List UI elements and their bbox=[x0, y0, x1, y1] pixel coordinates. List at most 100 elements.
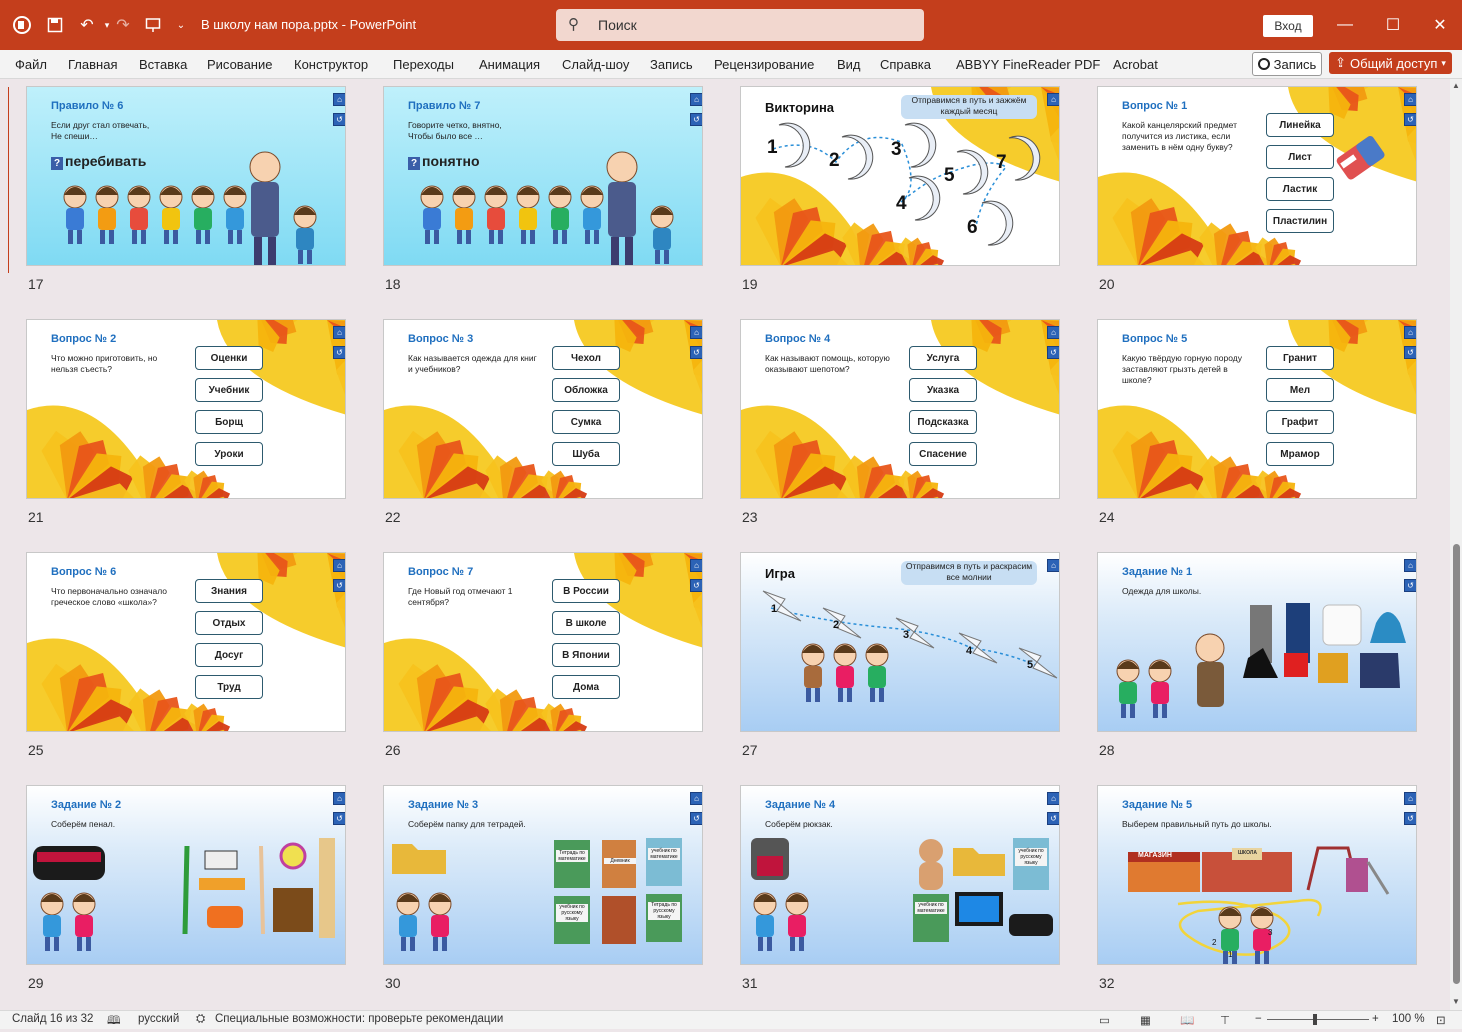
return-nav-icon[interactable]: ↺ bbox=[1047, 346, 1059, 359]
route-number[interactable]: 1 bbox=[1228, 950, 1232, 959]
answer-button[interactable]: Дома bbox=[552, 675, 620, 699]
tab-review[interactable]: Рецензирование bbox=[714, 57, 814, 72]
lightning-number[interactable]: 3 bbox=[903, 629, 909, 641]
slide-thumbnail-24[interactable]: Вопрос № 5 Какую твёрдую горную породу за… bbox=[1097, 319, 1417, 499]
route-number[interactable]: 2 bbox=[1212, 938, 1216, 947]
route-number[interactable]: 3 bbox=[1268, 928, 1272, 937]
presentation-icon[interactable] bbox=[140, 12, 166, 38]
answer-button[interactable]: Оценки bbox=[195, 346, 263, 370]
return-nav-icon[interactable]: ↺ bbox=[333, 579, 345, 592]
slide-thumbnail-19[interactable]: Отправимся в путь и зажжём каждый месяц 1… bbox=[740, 86, 1060, 266]
share-button[interactable]: ⇪ Общий доступ ▾ bbox=[1329, 52, 1452, 74]
scroll-down-icon[interactable]: ▼ bbox=[1452, 997, 1460, 1006]
scroll-thumb[interactable] bbox=[1453, 544, 1460, 984]
return-nav-icon[interactable]: ↺ bbox=[1404, 113, 1416, 126]
answer-button[interactable]: Спасение bbox=[909, 442, 977, 466]
home-nav-icon[interactable]: ⌂ bbox=[333, 792, 345, 805]
slide-thumbnail-25[interactable]: Вопрос № 6 Что первоначально означало гре… bbox=[26, 552, 346, 732]
return-nav-icon[interactable]: ↺ bbox=[333, 346, 345, 359]
return-nav-icon[interactable]: ↺ bbox=[333, 812, 345, 825]
tab-animations[interactable]: Анимация bbox=[479, 57, 540, 72]
return-nav-icon[interactable]: ↺ bbox=[690, 579, 702, 592]
close-icon[interactable]: ✕ bbox=[1425, 12, 1455, 38]
answer-button[interactable]: Мел bbox=[1266, 378, 1334, 402]
slide-thumbnail-30[interactable]: Тетрадь по математике Дневник учебник по м… bbox=[383, 785, 703, 965]
tab-help[interactable]: Справка bbox=[880, 57, 931, 72]
normal-view-icon[interactable]: ▭ bbox=[1099, 1013, 1110, 1027]
answer-button[interactable]: Обложка bbox=[552, 378, 620, 402]
tab-record[interactable]: Запись bbox=[650, 57, 693, 72]
tab-draw[interactable]: Рисование bbox=[207, 57, 272, 72]
minimize-icon[interactable]: — bbox=[1330, 12, 1360, 38]
moon-number[interactable]: 1 bbox=[767, 137, 778, 159]
zoom-level[interactable]: 100 % bbox=[1392, 1013, 1425, 1025]
answer-button[interactable]: Сумка bbox=[552, 410, 620, 434]
slide-thumbnail-22[interactable]: Вопрос № 3 Как называется одежда для книг… bbox=[383, 319, 703, 499]
slide-thumbnail-20[interactable]: Вопрос № 1 Какой канцелярский предмет пол… bbox=[1097, 86, 1417, 266]
tab-file[interactable]: Файл bbox=[15, 57, 47, 72]
record-button[interactable]: Запись bbox=[1252, 52, 1322, 76]
home-nav-icon[interactable]: ⌂ bbox=[1404, 792, 1416, 805]
home-nav-icon[interactable]: ⌂ bbox=[1047, 792, 1059, 805]
notes-book-icon[interactable]: 🕮 bbox=[107, 1013, 121, 1032]
tab-abbyy[interactable]: ABBYY FineReader PDF bbox=[956, 57, 1100, 72]
tab-view[interactable]: Вид bbox=[837, 57, 861, 72]
moon-number[interactable]: 3 bbox=[891, 139, 902, 161]
tab-insert[interactable]: Вставка bbox=[139, 57, 187, 72]
slide-thumbnail-21[interactable]: Вопрос № 2 Что можно приготовить, но нель… bbox=[26, 319, 346, 499]
answer-button[interactable]: Ластик bbox=[1266, 177, 1334, 201]
return-nav-icon[interactable]: ↺ bbox=[690, 346, 702, 359]
answer-button[interactable]: В школе bbox=[552, 611, 620, 635]
home-nav-icon[interactable]: ⌂ bbox=[333, 326, 345, 339]
answer-button[interactable]: Борщ bbox=[195, 410, 263, 434]
answer-button[interactable]: Линейка bbox=[1266, 113, 1334, 137]
home-nav-icon[interactable]: ⌂ bbox=[690, 792, 702, 805]
answer-button[interactable]: Досуг bbox=[195, 643, 263, 667]
answer-button[interactable]: Указка bbox=[909, 378, 977, 402]
accessibility-status[interactable]: Специальные возможности: проверьте реком… bbox=[215, 1013, 503, 1025]
return-nav-icon[interactable]: ↺ bbox=[690, 113, 702, 126]
moon-number[interactable]: 2 bbox=[829, 150, 840, 172]
answer-button[interactable]: Чехол bbox=[552, 346, 620, 370]
moon-number[interactable]: 5 bbox=[944, 165, 955, 187]
moon-number[interactable]: 4 bbox=[896, 193, 907, 215]
slide-thumbnail-23[interactable]: Вопрос № 4 Как называют помощь, которую о… bbox=[740, 319, 1060, 499]
answer-button[interactable]: Графит bbox=[1266, 410, 1334, 434]
zoom-out-icon[interactable]: − bbox=[1255, 1013, 1262, 1025]
lightning-number[interactable]: 2 bbox=[833, 619, 839, 631]
tab-acrobat[interactable]: Acrobat bbox=[1113, 57, 1158, 72]
answer-button[interactable]: Подсказка bbox=[909, 410, 977, 434]
zoom-slider[interactable] bbox=[1267, 1019, 1369, 1020]
tab-home[interactable]: Главная bbox=[68, 57, 117, 72]
tab-transitions[interactable]: Переходы bbox=[393, 57, 454, 72]
slide-thumbnail-17[interactable]: Правило № 6 Если друг стал отвечать, Не с… bbox=[26, 86, 346, 266]
return-nav-icon[interactable]: ↺ bbox=[1404, 812, 1416, 825]
search-box[interactable]: ⚲ Поиск bbox=[556, 9, 924, 41]
answer-button[interactable]: Мрамор bbox=[1266, 442, 1334, 466]
slide-thumbnail-28[interactable]: Задание № 1 Одежда для школы. ⌂ ↺ bbox=[1097, 552, 1417, 732]
answer-button[interactable]: В России bbox=[552, 579, 620, 603]
slideshow-view-icon[interactable]: ⊤ bbox=[1220, 1013, 1230, 1027]
return-nav-icon[interactable]: ↺ bbox=[1404, 579, 1416, 592]
answer-button[interactable]: Отдых bbox=[195, 611, 263, 635]
return-nav-icon[interactable]: ↺ bbox=[1404, 346, 1416, 359]
home-nav-icon[interactable]: ⌂ bbox=[690, 93, 702, 106]
customize-toolbar-icon[interactable]: ⌄ bbox=[168, 12, 194, 38]
answer-button[interactable]: Знания bbox=[195, 579, 263, 603]
home-nav-icon[interactable]: ⌂ bbox=[1047, 93, 1059, 106]
answer-button[interactable]: Учебник bbox=[195, 378, 263, 402]
home-nav-icon[interactable]: ⌂ bbox=[690, 326, 702, 339]
reading-view-icon[interactable]: 📖 bbox=[1180, 1013, 1194, 1027]
return-nav-icon[interactable]: ↺ bbox=[333, 113, 345, 126]
slide-sorter-view-icon[interactable]: ▦ bbox=[1140, 1013, 1151, 1027]
redo-icon[interactable]: ↷ bbox=[110, 12, 136, 38]
zoom-slider-thumb[interactable] bbox=[1313, 1014, 1317, 1025]
answer-button[interactable]: Услуга bbox=[909, 346, 977, 370]
lightning-number[interactable]: 5 bbox=[1027, 659, 1033, 671]
answer-button[interactable]: В Японии bbox=[552, 643, 620, 667]
answer-button[interactable]: Шуба bbox=[552, 442, 620, 466]
vertical-scrollbar[interactable]: ▲ ▼ bbox=[1450, 79, 1462, 1010]
answer-button[interactable]: Труд bbox=[195, 675, 263, 699]
answer-button[interactable]: Лист bbox=[1266, 145, 1334, 169]
slide-thumbnail-29[interactable]: Задание № 2 Соберём пенал. ⌂ ↺ bbox=[26, 785, 346, 965]
